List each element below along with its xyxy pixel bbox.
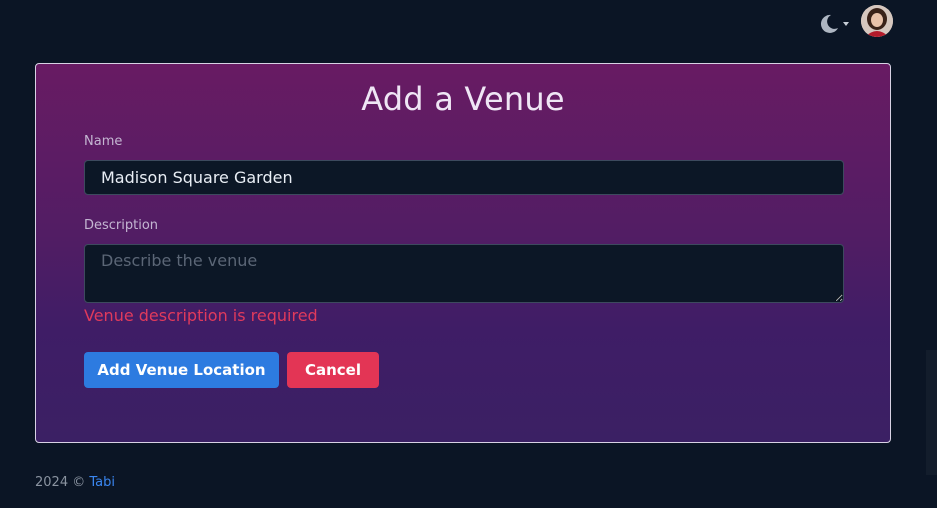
chevron-down-icon <box>843 22 849 26</box>
cancel-button[interactable]: Cancel <box>287 352 379 388</box>
footer: 2024 © Tabi <box>35 475 115 490</box>
scrollbar-thumb[interactable] <box>926 350 937 475</box>
description-textarea[interactable] <box>84 244 844 303</box>
moon-icon <box>818 13 840 35</box>
name-label: Name <box>84 134 123 149</box>
theme-toggle[interactable] <box>818 12 852 36</box>
add-venue-card: Add a Venue Name Description Venue descr… <box>35 63 891 443</box>
page: Add a Venue Name Description Venue descr… <box>0 0 937 508</box>
avatar[interactable] <box>861 5 893 37</box>
footer-copyright: 2024 © <box>35 475 90 490</box>
description-label: Description <box>84 218 159 233</box>
footer-link-tabi[interactable]: Tabi <box>89 475 115 490</box>
name-input[interactable] <box>84 160 844 195</box>
add-venue-location-button[interactable]: Add Venue Location <box>84 352 279 388</box>
page-title: Add a Venue <box>361 80 565 118</box>
description-error-message: Venue description is required <box>84 306 318 325</box>
